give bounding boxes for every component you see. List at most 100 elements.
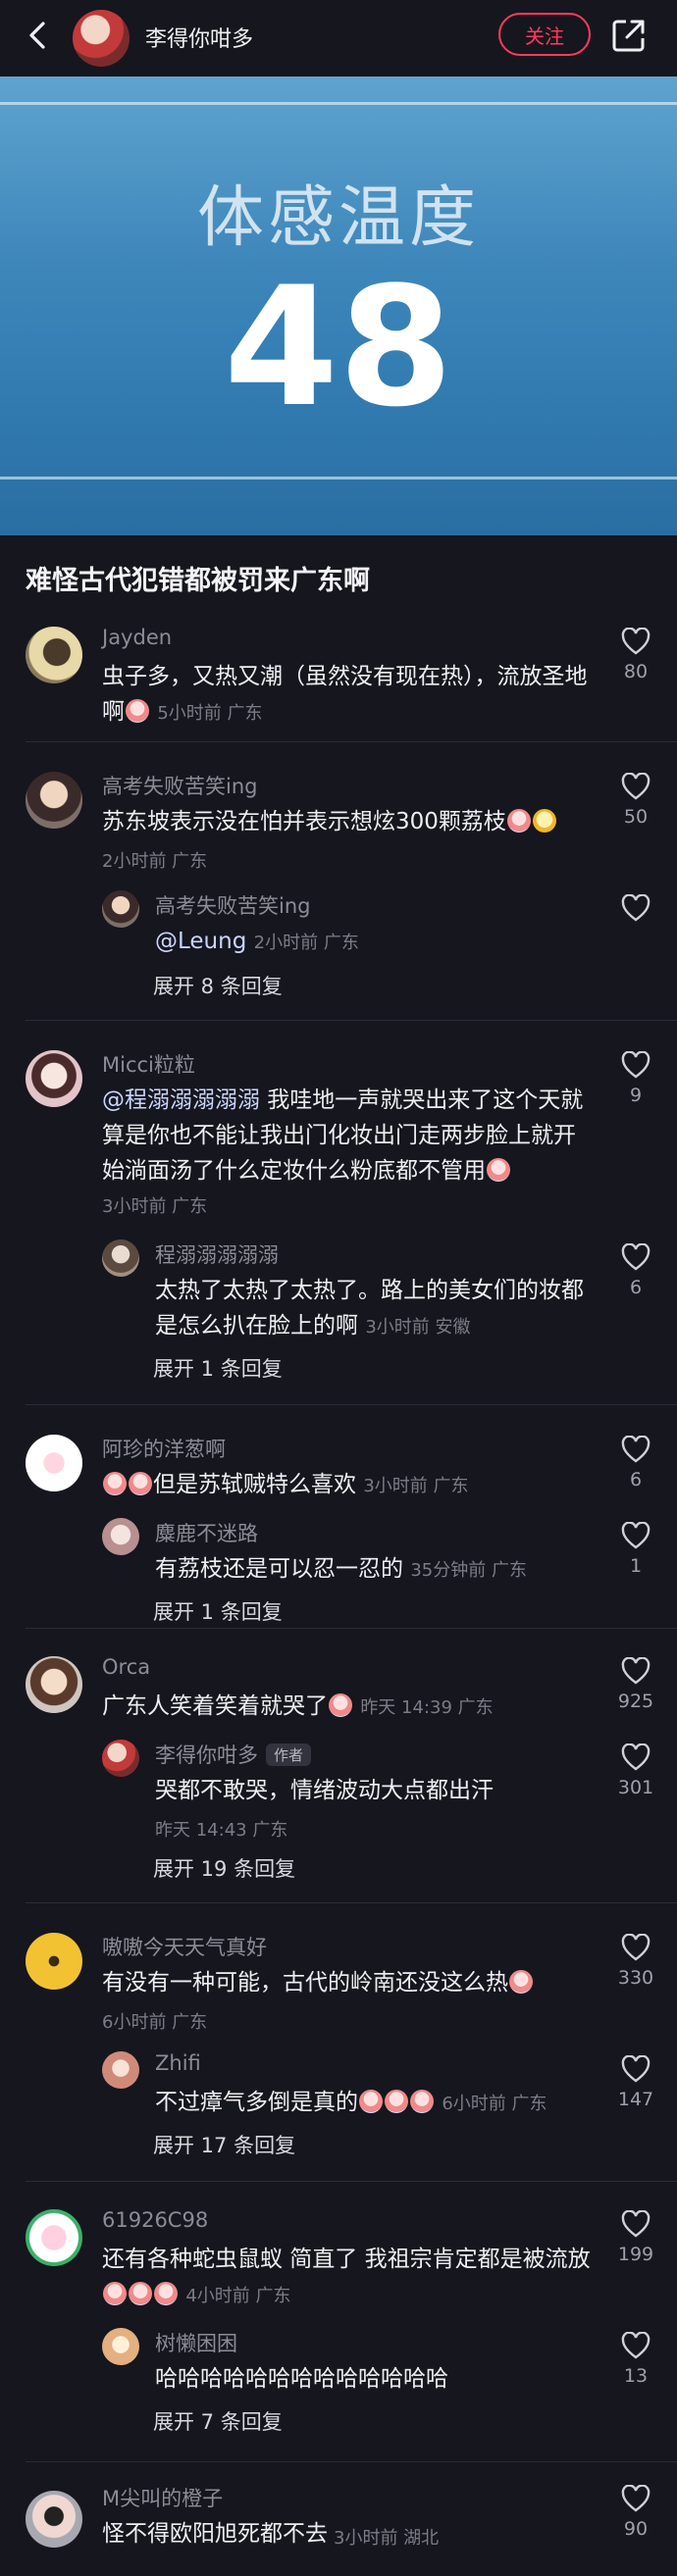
crying-emoji-icon — [329, 1693, 352, 1717]
comment-author[interactable]: Orca — [102, 1655, 150, 1679]
avatar[interactable] — [26, 1050, 82, 1107]
like-count: 199 — [617, 2244, 654, 2265]
reply-meta: 35分钟前 广东 — [410, 1560, 527, 1581]
crying-emoji-icon — [487, 1158, 510, 1182]
avatar[interactable] — [26, 2209, 82, 2266]
follow-button[interactable]: 关注 — [498, 13, 591, 56]
heart-icon — [621, 1436, 651, 1463]
pig-emoji-icon — [154, 2282, 178, 2305]
like-button[interactable]: 330 — [606, 1934, 665, 1989]
reply-author[interactable]: Zhifi — [155, 2051, 201, 2075]
avatar[interactable] — [26, 2491, 82, 2548]
heart-icon — [621, 1243, 651, 1271]
top-bar: 李得你咁多 关注 — [0, 0, 677, 76]
reply-like-button[interactable] — [606, 894, 665, 922]
reply-meta: 昨天 14:43 广东 — [155, 1820, 288, 1841]
comment-meta: 4小时前 广东 — [185, 2286, 291, 2306]
reply-text[interactable]: @Leung 2小时前 广东 — [155, 924, 587, 961]
reply-author[interactable]: 高考失败苦笑ing — [155, 890, 310, 920]
pig-emoji-icon — [129, 1472, 152, 1495]
like-button[interactable]: 199 — [606, 2210, 665, 2265]
avatar[interactable] — [26, 627, 82, 683]
reply-author[interactable]: 程溺溺溺溺溺 — [155, 1239, 279, 1269]
expand-replies-button[interactable]: 展开 17 条回复 — [153, 2130, 295, 2159]
comment-meta: 6小时前 广东 — [102, 2012, 208, 2033]
like-button[interactable]: 925 — [606, 1657, 665, 1712]
like-count: 330 — [617, 1967, 654, 1989]
reply-avatar[interactable] — [102, 2328, 139, 2365]
feels-like-label: 体感温度 — [196, 179, 480, 257]
reply-avatar[interactable] — [102, 2051, 139, 2089]
comment-text[interactable]: @程溺溺溺溺溺 我哇地一声就哭出来了这个天就算是你也不能让我出门化妆出门走两步脸… — [102, 1083, 593, 1188]
pig-emoji-icon — [129, 2282, 152, 2305]
back-arrow-icon[interactable] — [22, 18, 57, 53]
comment-meta: 3小时前 广东 — [102, 1196, 208, 1217]
comment-author[interactable]: Micci粒粒 — [102, 1049, 195, 1079]
comment-text[interactable]: 但是苏轼贼特么喜欢 3小时前 广东 — [102, 1467, 593, 1504]
pig-emoji-icon — [509, 1970, 533, 1994]
expand-replies-button[interactable]: 展开 19 条回复 — [153, 1853, 295, 1883]
comment-author[interactable]: 嗷嗷今天天气真好 — [102, 1932, 267, 1961]
avatar[interactable] — [26, 1933, 82, 1990]
reply-author[interactable]: 麋鹿不迷路 — [155, 1518, 258, 1547]
like-button[interactable]: 9 — [606, 1051, 665, 1106]
reply-avatar[interactable] — [102, 890, 139, 928]
temperature-value: 48 — [224, 251, 453, 443]
heart-icon — [621, 1743, 651, 1771]
heart-icon — [621, 628, 651, 655]
like-count: 13 — [623, 2365, 649, 2387]
heart-icon — [621, 2332, 651, 2359]
reply-text[interactable]: 哭都不敢哭，情绪波动大点都出汗 — [155, 1773, 587, 1808]
comment-author[interactable]: 高考失败苦笑ing — [102, 771, 257, 800]
reply-text[interactable]: 有荔枝还是可以忍一忍的 35分钟前 广东 — [155, 1551, 587, 1589]
divider — [26, 1404, 677, 1405]
expand-replies-button[interactable]: 展开 1 条回复 — [153, 1353, 283, 1383]
reply-like-button[interactable]: 301 — [606, 1743, 665, 1798]
comment-meta: 3小时前 湖北 — [334, 2528, 440, 2549]
reply-author[interactable]: 李得你咁多 作者 — [155, 1740, 312, 1769]
share-icon[interactable] — [610, 17, 648, 54]
reply-like-button[interactable]: 13 — [606, 2332, 665, 2387]
pig-emoji-icon — [103, 1472, 127, 1495]
reply-like-button[interactable]: 1 — [606, 1522, 665, 1577]
comment-author[interactable]: Jayden — [102, 626, 172, 649]
reply-avatar[interactable] — [102, 1518, 139, 1555]
comment-author[interactable]: 61926C98 — [102, 2208, 208, 2232]
like-button[interactable]: 6 — [606, 1436, 665, 1490]
avatar[interactable] — [26, 772, 82, 829]
author-avatar[interactable] — [73, 10, 130, 67]
heart-icon — [621, 1051, 651, 1079]
post-image[interactable]: 体感温度 48 — [0, 76, 677, 535]
like-count: 50 — [623, 806, 649, 828]
expand-replies-button[interactable]: 展开 1 条回复 — [153, 1596, 283, 1626]
reply-avatar[interactable] — [102, 1239, 139, 1277]
reply-like-button[interactable]: 147 — [606, 2055, 665, 2110]
reply-avatar[interactable] — [102, 1740, 139, 1777]
reply-text[interactable]: 不过瘴气多倒是真的 6小时前 广东 — [155, 2085, 587, 2122]
comment-text[interactable]: 苏东坡表示没在怕并表示想炫300颗荔枝 — [102, 804, 593, 839]
like-count: 301 — [617, 1777, 654, 1798]
comment-text[interactable]: 虫子多，又热又潮（虽然没有现在热），流放圣地啊 5小时前 广东 — [102, 659, 593, 732]
reply-like-button[interactable]: 6 — [606, 1243, 665, 1298]
avatar[interactable] — [26, 1656, 82, 1713]
like-button[interactable]: 90 — [606, 2485, 665, 2540]
expand-replies-button[interactable]: 展开 7 条回复 — [153, 2406, 283, 2436]
like-count: 80 — [623, 661, 649, 682]
reply-text[interactable]: 太热了太热了太热了。路上的美女们的妆都是怎么扒在脸上的啊 3小时前 安徽 — [155, 1273, 587, 1345]
author-name[interactable]: 李得你咁多 — [145, 22, 253, 53]
like-button[interactable]: 50 — [606, 773, 665, 828]
heart-icon — [621, 1934, 651, 1961]
comment-author[interactable]: 阿珍的洋葱啊 — [102, 1434, 226, 1463]
comment-author[interactable]: M尖叫的橙子 — [102, 2483, 223, 2512]
avatar[interactable] — [26, 1435, 82, 1491]
expand-replies-button[interactable]: 展开 8 条回复 — [153, 971, 283, 1000]
reply-text[interactable]: 哈哈哈哈哈哈哈哈哈哈哈哈哈 — [155, 2361, 587, 2397]
heart-icon — [621, 1522, 651, 1549]
heart-icon — [621, 1657, 651, 1685]
comment-text[interactable]: 广东人笑着笑着就哭了 昨天 14:39 广东 — [102, 1689, 593, 1726]
reply-author[interactable]: 树懒困困 — [155, 2328, 237, 2357]
comment-text[interactable]: 还有各种蛇虫鼠蚁 简直了 我祖宗肯定都是被流放 4小时前 广东 — [102, 2242, 593, 2314]
like-button[interactable]: 80 — [606, 628, 665, 682]
comment-text[interactable]: 有没有一种可能，古代的岭南还没这么热 — [102, 1965, 593, 2000]
divider — [26, 1628, 677, 1629]
